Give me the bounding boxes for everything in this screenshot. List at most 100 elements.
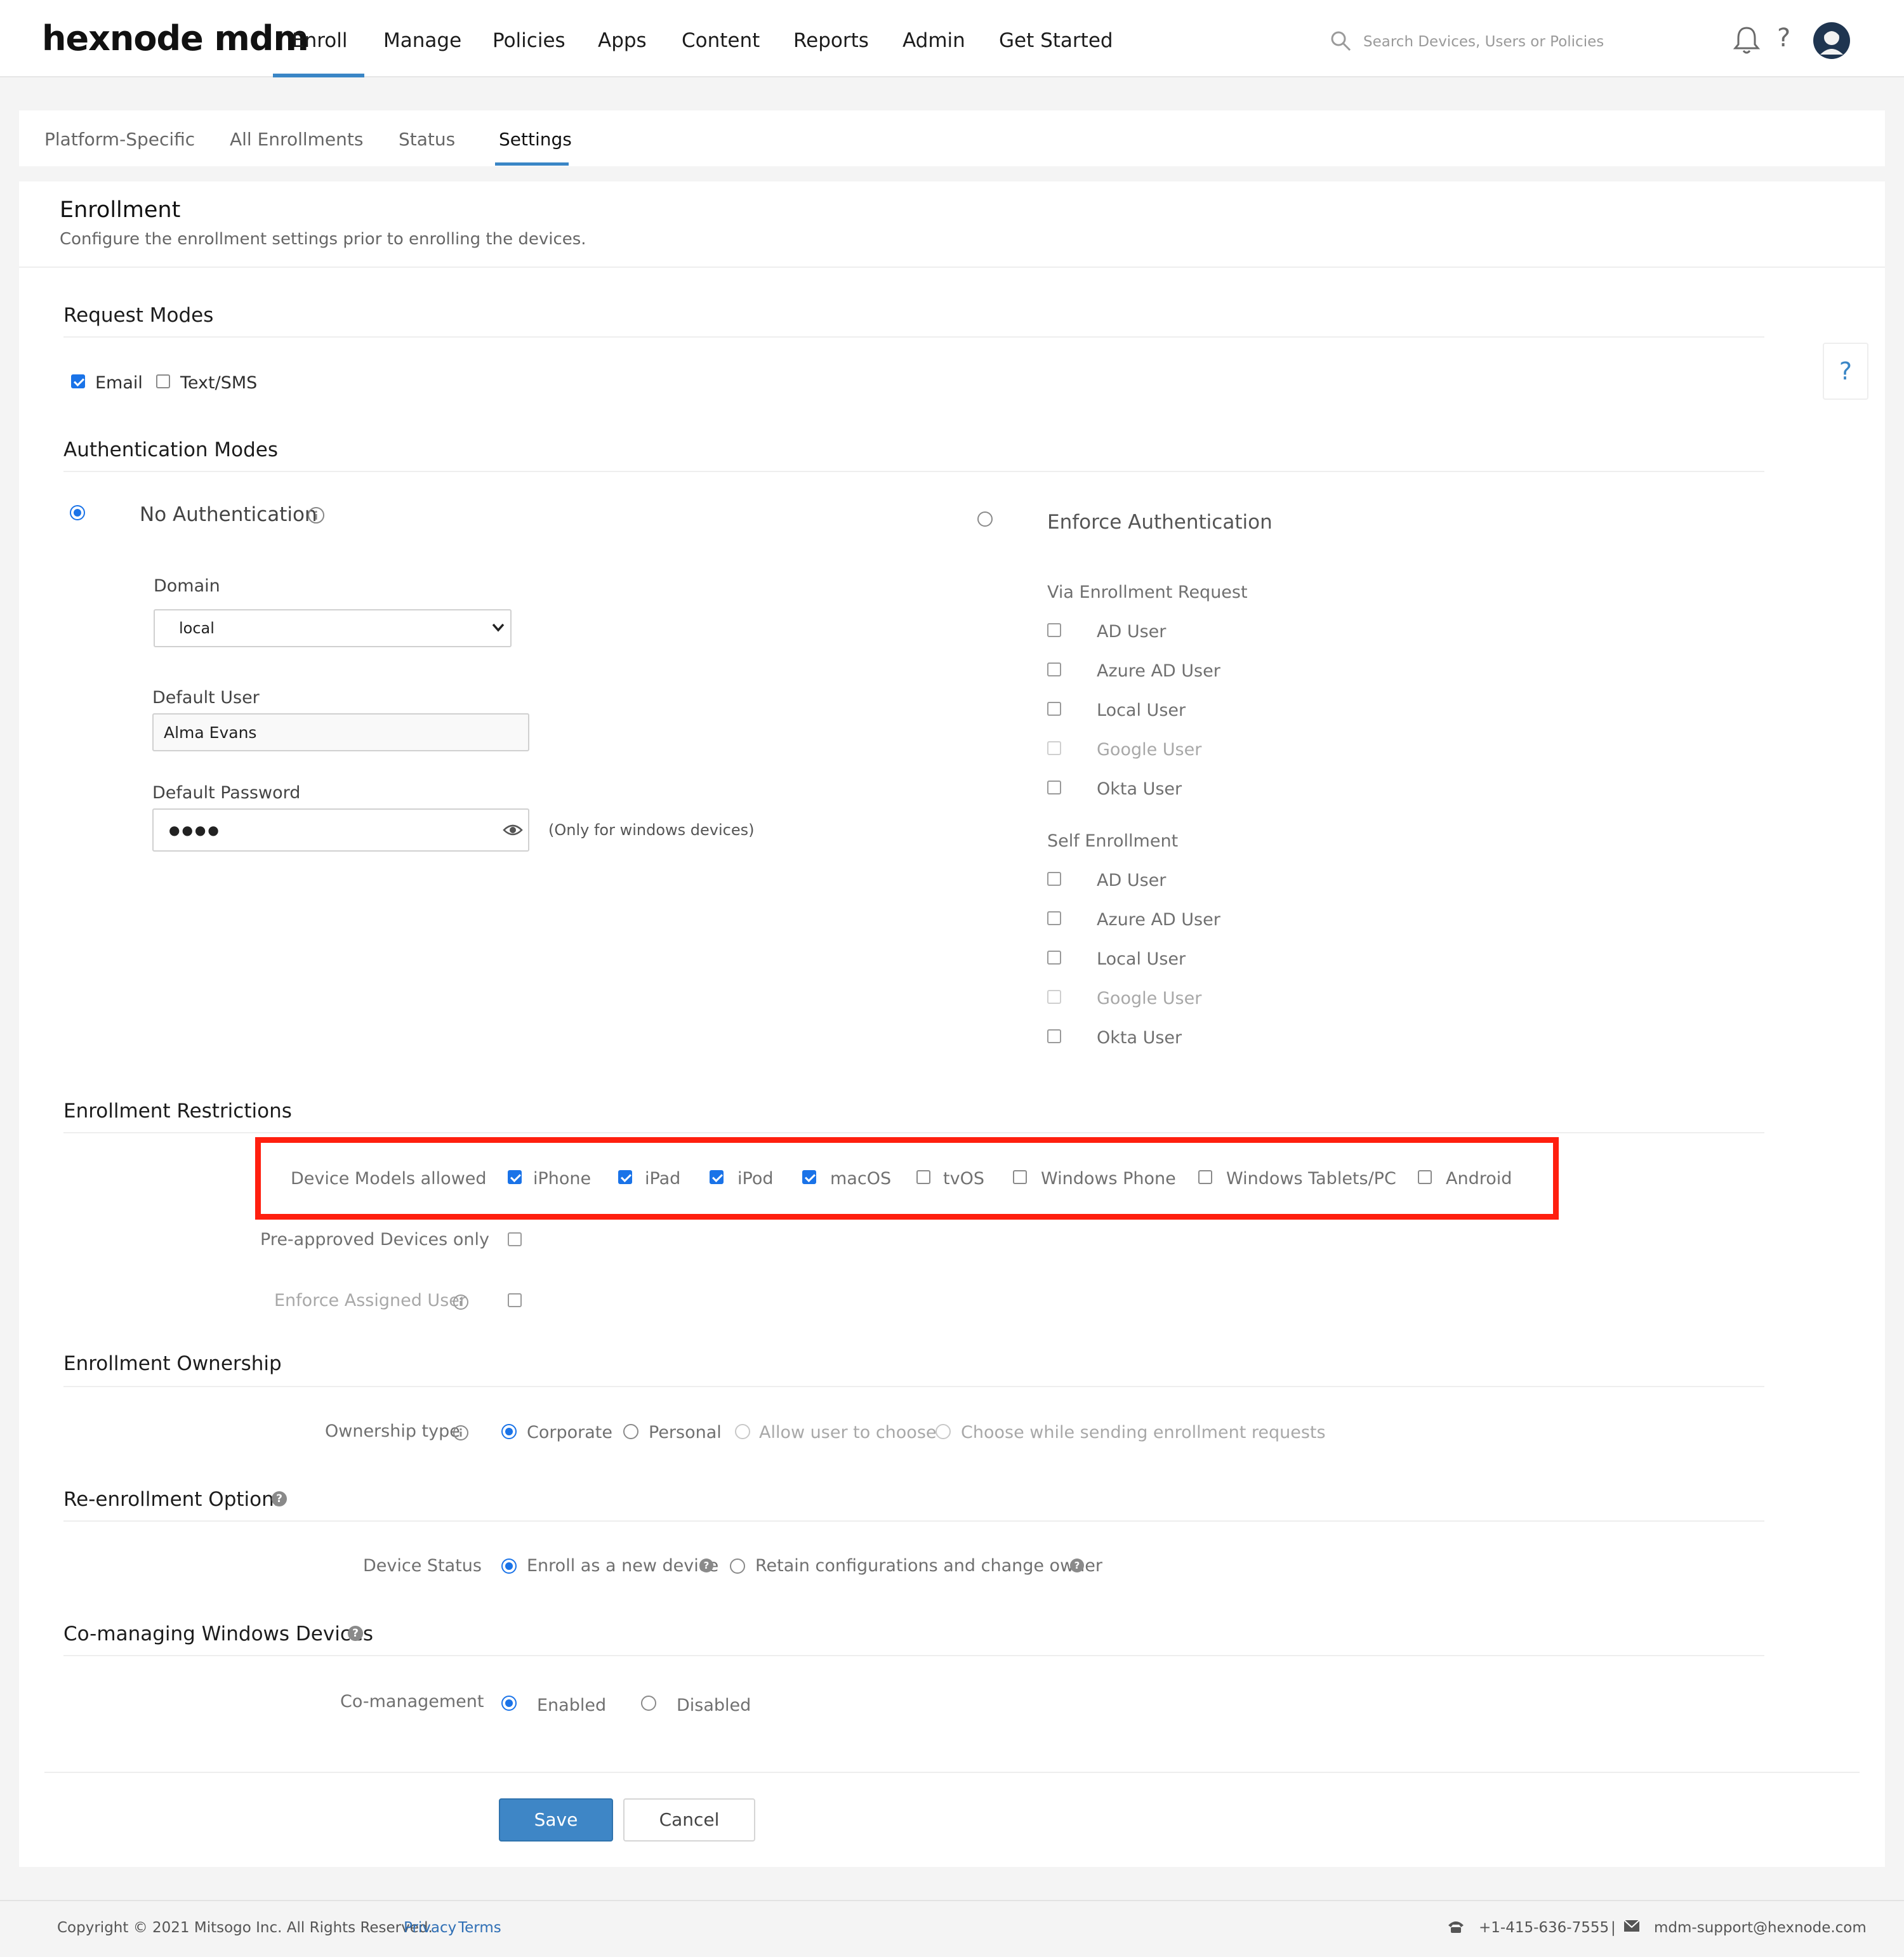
via-okta-user-checkbox[interactable]: [1047, 781, 1061, 794]
self-google-user-label: Google User: [1097, 989, 1202, 1008]
eye-icon[interactable]: [503, 822, 523, 838]
password-mask: ●●●●: [169, 822, 221, 838]
model-iphone-label: iPhone: [533, 1169, 592, 1189]
footer-privacy-link[interactable]: Privacy: [404, 1921, 456, 1935]
info-icon[interactable]: [307, 506, 325, 524]
no-auth-label: No Authentication: [140, 503, 317, 526]
via-okta-user-label: Okta User: [1097, 779, 1182, 799]
via-azure-ad-user-label: Azure AD User: [1097, 661, 1220, 681]
comanagement-label: Co-management: [340, 1692, 484, 1711]
comanage-enabled-radio[interactable]: [501, 1696, 517, 1711]
model-windows-phone-checkbox[interactable]: [1013, 1170, 1027, 1184]
domain-label: Domain: [154, 576, 220, 596]
tab-all-enrollments[interactable]: All Enrollments: [230, 131, 363, 148]
domain-value: local: [179, 619, 215, 637]
comanage-help-icon[interactable]: ?: [348, 1626, 363, 1641]
ownership-type-label: Ownership type: [325, 1421, 460, 1441]
ownership-title: Enrollment Ownership: [63, 1352, 282, 1375]
footer-terms-link[interactable]: Terms: [458, 1921, 501, 1935]
self-azure-ad-user-checkbox[interactable]: [1047, 911, 1061, 925]
enforce-assigned-user-checkbox[interactable]: [508, 1293, 522, 1307]
model-ipod-checkbox[interactable]: [710, 1170, 724, 1184]
self-local-user-checkbox[interactable]: [1047, 951, 1061, 965]
phone-icon: [1448, 1921, 1464, 1933]
nav-get-started[interactable]: Get Started: [999, 31, 1113, 51]
tab-platform-specific[interactable]: Platform-Specific: [44, 131, 195, 148]
tab-status[interactable]: Status: [399, 131, 455, 148]
nav-apps[interactable]: Apps: [598, 31, 647, 51]
section-divider: [63, 1655, 1764, 1656]
reenroll-new-device-radio[interactable]: [501, 1558, 517, 1574]
footer-phone: +1-415-636-7555: [1479, 1920, 1610, 1936]
side-help-button[interactable]: ?: [1823, 343, 1868, 400]
bell-icon[interactable]: [1733, 25, 1761, 56]
ownership-personal-radio[interactable]: [623, 1424, 638, 1439]
nav-manage[interactable]: Manage: [383, 31, 461, 51]
via-request-heading: Via Enrollment Request: [1047, 583, 1248, 602]
chevron-down-icon: [492, 623, 505, 632]
page-title: Enrollment: [60, 197, 181, 223]
email-checkbox[interactable]: [71, 374, 85, 388]
page-subtitle: Configure the enrollment settings prior …: [60, 230, 586, 249]
self-ad-user-checkbox[interactable]: [1047, 872, 1061, 886]
info-icon[interactable]: [452, 1424, 470, 1442]
reenroll-new-device-label: Enroll as a new device: [527, 1556, 719, 1576]
new-device-help-icon[interactable]: ?: [699, 1558, 713, 1572]
self-okta-user-checkbox[interactable]: [1047, 1029, 1061, 1043]
self-azure-ad-user-label: Azure AD User: [1097, 910, 1220, 930]
default-password-label: Default Password: [152, 783, 301, 803]
model-ipad-checkbox[interactable]: [618, 1170, 632, 1184]
via-local-user-checkbox[interactable]: [1047, 702, 1061, 716]
nav-reports[interactable]: Reports: [793, 31, 869, 51]
nav-admin[interactable]: Admin: [902, 31, 965, 51]
search-icon[interactable]: [1330, 30, 1352, 52]
model-macos-checkbox[interactable]: [802, 1170, 816, 1184]
auth-modes-title: Authentication Modes: [63, 438, 279, 461]
reenroll-retain-radio[interactable]: [730, 1558, 745, 1574]
self-okta-user-label: Okta User: [1097, 1028, 1182, 1048]
retain-help-icon[interactable]: ?: [1070, 1558, 1084, 1572]
ownership-allow-user-label: Allow user to choose: [759, 1423, 937, 1442]
user-avatar-icon[interactable]: [1813, 22, 1851, 60]
via-ad-user-checkbox[interactable]: [1047, 623, 1061, 637]
preapproved-checkbox[interactable]: [508, 1232, 522, 1246]
default-user-value: Alma Evans: [164, 723, 257, 742]
no-auth-radio[interactable]: [70, 505, 85, 520]
ownership-corporate-radio[interactable]: [501, 1424, 517, 1439]
ownership-choose-while-sending-label: Choose while sending enrollment requests: [961, 1423, 1326, 1442]
enforce-auth-radio[interactable]: [977, 511, 993, 527]
tab-settings[interactable]: Settings: [499, 131, 572, 148]
hexnode-logo[interactable]: hexnode mdm: [42, 22, 309, 56]
ownership-corporate-label: Corporate: [527, 1423, 612, 1442]
comanage-disabled-radio[interactable]: [641, 1696, 656, 1711]
reenroll-help-icon[interactable]: ?: [272, 1491, 287, 1506]
info-icon[interactable]: [452, 1293, 470, 1311]
model-windows-tablets-checkbox[interactable]: [1198, 1170, 1212, 1184]
search-input[interactable]: Search Devices, Users or Policies: [1363, 35, 1604, 49]
enforce-assigned-user-label: Enforce Assigned User: [274, 1291, 466, 1310]
save-button[interactable]: Save: [499, 1798, 613, 1842]
model-tvos-checkbox[interactable]: [916, 1170, 930, 1184]
device-models-label: Device Models allowed: [291, 1169, 487, 1189]
sms-checkbox[interactable]: [156, 374, 170, 388]
nav-enroll[interactable]: Enroll: [292, 31, 348, 51]
via-google-user-checkbox: [1047, 741, 1061, 755]
via-azure-ad-user-checkbox[interactable]: [1047, 662, 1061, 676]
footer-divider-bar: |: [1611, 1920, 1616, 1936]
sms-label: Text/SMS: [180, 373, 258, 393]
help-icon[interactable]: ?: [1777, 25, 1790, 51]
model-windows-tablets-label: Windows Tablets/PC: [1226, 1169, 1396, 1189]
via-ad-user-label: AD User: [1097, 622, 1167, 642]
model-android-checkbox[interactable]: [1418, 1170, 1432, 1184]
nav-policies[interactable]: Policies: [493, 31, 565, 51]
model-iphone-checkbox[interactable]: [508, 1170, 522, 1184]
mail-icon: [1623, 1920, 1640, 1932]
footer-email[interactable]: mdm-support@hexnode.com: [1654, 1921, 1867, 1935]
footer-divider: [0, 1900, 1904, 1901]
model-tvos-label: tvOS: [943, 1169, 984, 1189]
via-google-user-label: Google User: [1097, 740, 1202, 760]
nav-content[interactable]: Content: [682, 31, 760, 51]
actions-divider: [44, 1772, 1860, 1773]
reenroll-retain-label: Retain configurations and change owner: [755, 1556, 1102, 1576]
cancel-button[interactable]: Cancel: [623, 1798, 755, 1842]
